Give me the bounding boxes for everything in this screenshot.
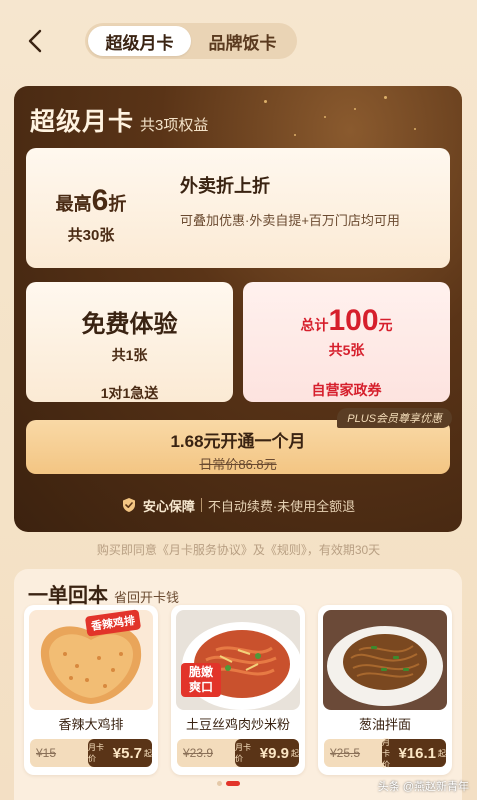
discount-suffix: 折 [108,194,127,214]
housekeeping-prefix: 总计 [300,317,329,333]
tab-super-monthly-card[interactable]: 超级月卡 [88,26,191,56]
divider [200,498,202,512]
carousel-dot [217,781,222,786]
shield-check-icon [122,498,135,512]
original-price: ¥15 [36,746,57,760]
watermark: 头条 @燕赵新青年 [377,781,469,793]
tab-bar: 超级月卡 品牌饭卡 [85,23,297,59]
carousel-dot-active [226,781,240,786]
price-row: ¥23.9 月卡价 ¥9.9 起 [177,739,299,767]
free-trial-title: 免费体验 [81,311,178,338]
purchase-label: 1.68元开通一个月 [170,432,306,451]
payback-title: 一单回本 [28,585,108,607]
original-price: ¥23.9 [183,746,214,760]
food-name: 葱油拌面 [358,717,411,732]
food-card-rice-noodle[interactable]: 脆嫩爽口 土豆丝鸡肉炒米粉 ¥23.9 月卡价 ¥9.9 起 [171,605,305,775]
payback-subtitle: 省回开卡钱 [114,590,180,605]
price-row: ¥15 月卡价 ¥5.7 起 [30,739,152,767]
monthly-card-panel: 超级月卡 共3项权益 最高6折 共30张 外卖折上折 可叠加优惠·外卖自提+百万… [14,86,462,532]
food-name: 香辣大鸡排 [58,717,124,732]
price-from-label: 起 [291,748,299,758]
price-from-label: 起 [144,748,152,758]
scallion-noodle-image [323,610,447,710]
agreement-text[interactable]: 购买即同意《月卡服务协议》及《规则》，有效期30天 [0,541,477,558]
card-price-value: ¥5.7 [112,744,142,762]
housekeeping-amount: 100 [328,304,379,337]
card-price-label: 月卡价 [235,743,251,763]
housekeeping-count: 共5张 [328,342,365,358]
card-title-text: 超级月卡 [30,108,135,136]
plus-member-badge: PLUS会员尊享优惠 [337,408,452,428]
discount-detail: 外卖折上折 可叠加优惠·外卖自提+百万门店均可用 [180,172,440,232]
guarantee-title: 安心保障 [142,498,195,514]
carousel-indicator [217,781,240,786]
food-tag-crispy: 脆嫩爽口 [181,663,221,697]
discount-count: 共30张 [67,227,115,244]
chevron-left-icon [28,29,42,53]
price-from-label: 起 [438,748,446,758]
card-title: 超级月卡 共3项权益 [30,102,208,138]
food-card-scallion-noodle[interactable]: 葱油拌面 ¥25.5 月卡价 ¥16.1 起 [318,605,452,775]
purchase-button[interactable]: 1.68元开通一个月 日常价86.8元 [26,420,450,474]
discount-number: 6 [91,184,109,217]
card-price-label: 月卡价 [88,743,104,763]
discount-title: 外卖折上折 [180,176,270,196]
discount-benefit: 最高6折 共30张 外卖折上折 可叠加优惠·外卖自提+百万门店均可用 [26,148,450,268]
card-price: 月卡价 ¥5.7 起 [88,739,152,767]
payback-section: 一单回本 省回开卡钱 香辣鸡排 香辣大鸡排 ¥15 月卡价 ¥5.7 起 脆嫩爽… [14,569,462,800]
tab-brand-meal-card[interactable]: 品牌饭卡 [191,26,294,56]
housekeeping-benefit: 总计100元 共5张 自营家政券 [243,282,450,402]
original-price: ¥25.5 [330,746,361,760]
card-price-label: 月卡价 [382,737,390,769]
food-card-chicken-cutlet[interactable]: 香辣鸡排 香辣大鸡排 ¥15 月卡价 ¥5.7 起 [24,605,158,775]
payback-header: 一单回本 省回开卡钱 [28,579,179,608]
card-price-value: ¥16.1 [398,744,436,762]
price-row: ¥25.5 月卡价 ¥16.1 起 [324,737,446,769]
discount-amount: 最高6折 共30张 [26,148,156,268]
discount-desc: 可叠加优惠·外卖自提+百万门店均可用 [180,213,400,228]
card-price-value: ¥9.9 [259,744,289,762]
housekeeping-suffix: 元 [378,317,393,333]
guarantee-row: 安心保障 不自动续费·未使用全额退 [14,492,462,518]
guarantee-desc: 不自动续费·未使用全额退 [207,498,356,514]
card-price: 月卡价 ¥16.1 起 [382,737,446,769]
card-subtitle: 共3项权益 [140,117,209,134]
food-name: 土豆丝鸡肉炒米粉 [185,717,290,732]
free-trial-count: 共1张 [111,347,148,363]
back-button[interactable] [20,26,50,56]
free-trial-benefit: 免费体验 共1张 1对1急送 [26,282,233,402]
free-trial-desc: 1对1急送 [100,385,159,401]
discount-prefix: 最高 [55,194,92,214]
original-price: 日常价86.8元 [199,457,277,472]
housekeeping-desc: 自营家政券 [311,382,382,398]
card-price: 月卡价 ¥9.9 起 [235,739,299,767]
